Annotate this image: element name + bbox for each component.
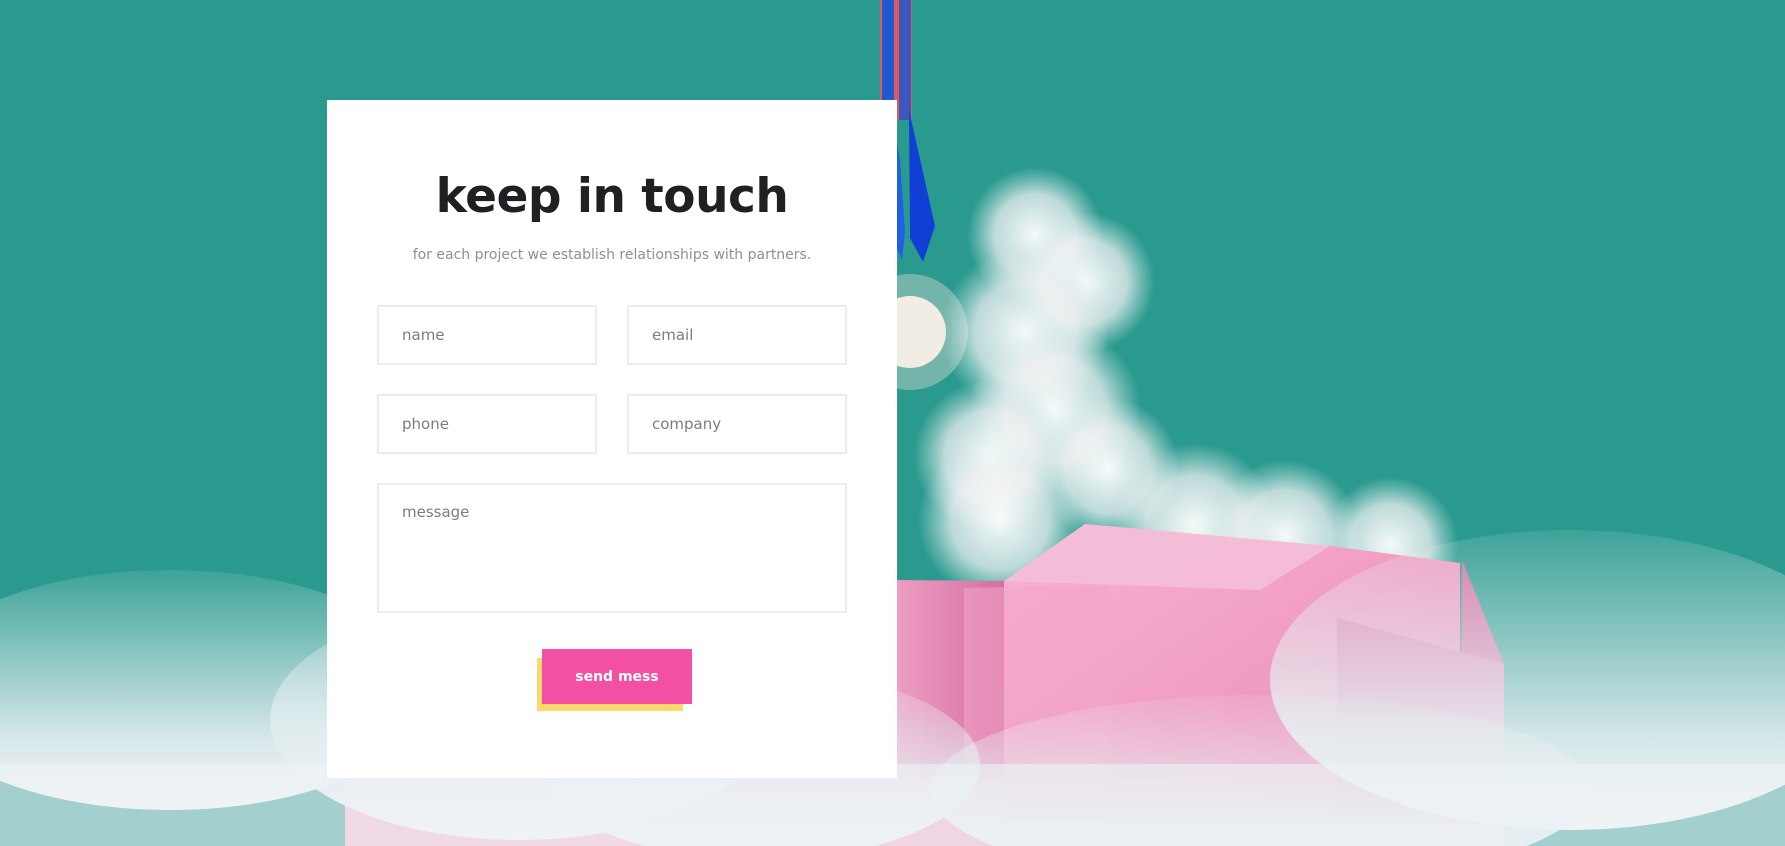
email-input[interactable] <box>627 305 847 365</box>
phone-input[interactable] <box>377 394 597 454</box>
contact-title: keep in touch <box>435 169 789 224</box>
message-textarea[interactable] <box>377 483 847 613</box>
send-button-group: send mess <box>537 649 692 711</box>
name-input[interactable] <box>377 305 597 365</box>
send-button[interactable]: send mess <box>542 649 692 704</box>
company-input[interactable] <box>627 394 847 454</box>
contact-subtitle: for each project we establish relationsh… <box>412 247 812 263</box>
contact-card: keep in touch for each project we establ… <box>327 100 897 778</box>
